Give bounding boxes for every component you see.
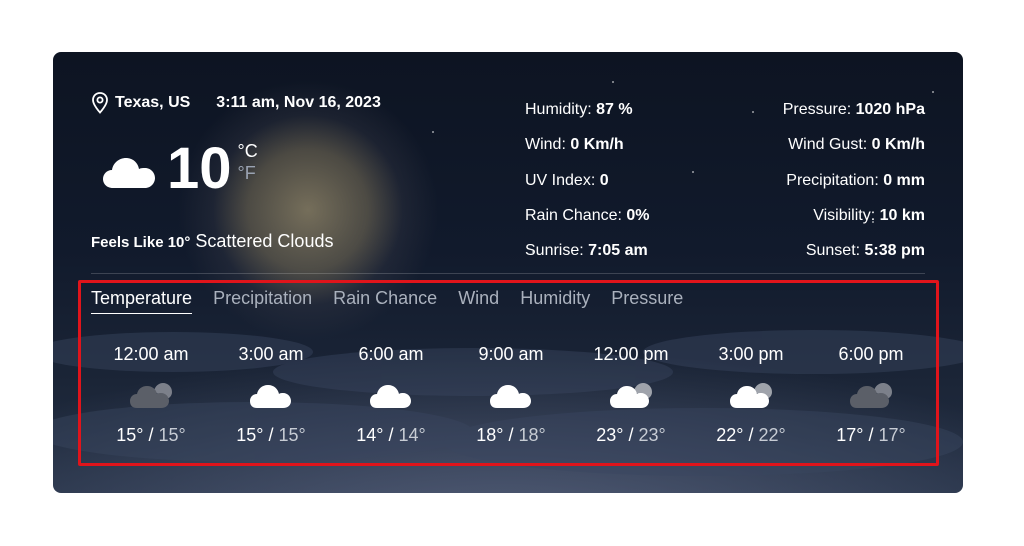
- weather-card: Texas, US 3:11 am, Nov 16, 2023 10 °C °F…: [53, 52, 963, 493]
- dark-cloud-icon: [850, 383, 892, 408]
- stat-wind: Wind: 0 Km/h: [525, 136, 624, 154]
- location-name: Texas, US: [115, 94, 191, 111]
- hourly-forecast: 12:00 am 15° / 15° 3:00 am 15° / 15° 6:0…: [91, 344, 931, 464]
- hourly-item: 6:00 am 14° / 14°: [331, 344, 451, 446]
- hour-time: 3:00 pm: [718, 344, 784, 364]
- hourly-item: 9:00 am 18° / 18°: [451, 344, 571, 446]
- hour-time: 3:00 am: [238, 344, 304, 364]
- cloud-icon: [250, 385, 291, 408]
- tab-pressure[interactable]: Pressure: [611, 288, 683, 314]
- feels-like-row: Feels Like 10° Scattered Clouds: [91, 231, 333, 252]
- hour-temperature: 15° / 15°: [236, 425, 306, 445]
- weather-description: Scattered Clouds: [195, 231, 334, 251]
- celsius-toggle[interactable]: °C: [238, 140, 258, 162]
- hour-time: 12:00 pm: [593, 344, 669, 364]
- current-temperature-row: 10 °C °F: [101, 138, 258, 200]
- hourly-item: 3:00 pm 22° / 22°: [691, 344, 811, 446]
- hour-temperature: 18° / 18°: [476, 425, 546, 445]
- stat-rain-chance: Rain Chance: 0%: [525, 206, 650, 224]
- location-row: Texas, US 3:11 am, Nov 16, 2023: [91, 92, 381, 114]
- hourly-item: 12:00 pm 23° / 23°: [571, 344, 691, 446]
- divider: [91, 273, 925, 274]
- stat-uv-index: UV Index: 0: [525, 171, 609, 189]
- stat-precipitation: Precipitation: 0 mm: [786, 171, 925, 189]
- tab-rain-chance[interactable]: Rain Chance: [333, 288, 437, 314]
- unit-toggle: °C °F: [238, 140, 258, 184]
- hour-temperature: 14° / 14°: [356, 425, 426, 445]
- hourly-item: 12:00 am 15° / 15°: [91, 344, 211, 446]
- hour-temperature: 22° / 22°: [716, 425, 786, 445]
- stat-pressure: Pressure: 1020 hPa: [782, 101, 925, 118]
- hourly-item: 3:00 am 15° / 15°: [211, 344, 331, 446]
- hour-time: 6:00 pm: [838, 344, 904, 364]
- forecast-tabs: Temperature Precipitation Rain Chance Wi…: [91, 288, 704, 314]
- fahrenheit-toggle[interactable]: °F: [238, 162, 258, 184]
- tab-humidity[interactable]: Humidity: [520, 288, 590, 314]
- stat-sunrise: Sunrise: 7:05 am: [525, 242, 648, 260]
- current-datetime: 3:11 am, Nov 16, 2023: [216, 94, 381, 111]
- stats-right-column: Pressure: 1020 hPa Wind Gust: 0 Km/h Pre…: [783, 92, 925, 268]
- tab-wind[interactable]: Wind: [458, 288, 499, 314]
- cloud-icon: [103, 158, 155, 188]
- dark-cloud-icon: [130, 383, 172, 408]
- cloud-icon: [490, 385, 531, 408]
- hourly-item: 6:00 pm 17° / 17°: [811, 344, 931, 446]
- feels-like: Feels Like 10°: [91, 234, 191, 251]
- scattered-clouds-icon: [730, 383, 772, 408]
- hour-temperature: 17° / 17°: [836, 425, 906, 445]
- stat-wind-gust: Wind Gust: 0 Km/h: [788, 136, 925, 154]
- location-pin-icon: [92, 92, 108, 114]
- stat-visibility: Visibility: 10 km: [813, 206, 925, 224]
- stat-sunset: Sunset: 5:38 pm: [805, 242, 925, 260]
- hour-temperature: 15° / 15°: [116, 425, 186, 445]
- hour-time: 12:00 am: [113, 344, 189, 364]
- hour-temperature: 23° / 23°: [596, 425, 666, 445]
- hour-time: 6:00 am: [358, 344, 424, 364]
- hour-time: 9:00 am: [478, 344, 544, 364]
- tab-precipitation[interactable]: Precipitation: [213, 288, 312, 314]
- cloud-icon: [370, 385, 411, 408]
- tab-temperature[interactable]: Temperature: [91, 288, 193, 314]
- stat-humidity: Humidity: 87 %: [525, 101, 633, 118]
- scattered-clouds-icon: [610, 383, 652, 408]
- current-temperature: 10: [167, 136, 232, 201]
- stats-left-column: Humidity: 87 % Wind: 0 Km/h UV Index: 0 …: [525, 92, 650, 268]
